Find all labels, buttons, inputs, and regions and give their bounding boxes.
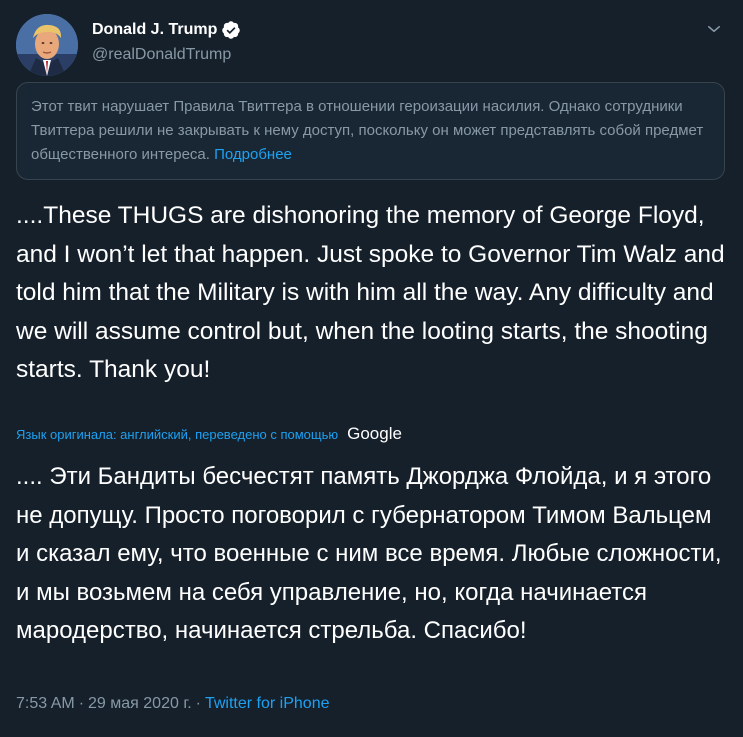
tweet-time[interactable]: 7:53 AM (16, 695, 75, 713)
policy-notice-text: Этот твит нарушает Правила Твиттера в от… (31, 98, 704, 163)
avatar-image (16, 14, 78, 76)
chevron-down-icon[interactable] (705, 20, 723, 38)
display-name-row: Donald J. Trump (92, 18, 241, 42)
author-names: Donald J. Trump @realDonaldTrump (92, 18, 241, 64)
google-logo: Google (347, 424, 402, 443)
tweet-meta: 7:53 AM · 29 мая 2020 г. · Twitter for i… (16, 695, 329, 713)
learn-more-link[interactable]: Подробнее (214, 146, 292, 163)
tweet-header: Donald J. Trump @realDonaldTrump (16, 14, 727, 76)
tweet-source[interactable]: Twitter for iPhone (205, 695, 330, 713)
meta-separator: · (195, 695, 201, 712)
author-handle[interactable]: @realDonaldTrump (92, 46, 241, 64)
meta-separator: · (78, 695, 85, 712)
tweet-text: ....These THUGS are dishonoring the memo… (16, 202, 725, 383)
translation-attribution: Язык оригинала: английский, переведено с… (16, 423, 402, 445)
avatar[interactable] (16, 14, 78, 76)
tweet-detail: Donald J. Trump @realDonaldTrump Этот тв… (0, 0, 743, 737)
tweet-date[interactable]: 29 мая 2020 г. (88, 695, 192, 713)
translation-label[interactable]: Язык оригинала: английский, переведено с… (16, 427, 338, 442)
policy-notice: Этот твит нарушает Правила Твиттера в от… (16, 82, 725, 180)
translated-text: .... Эти Бандиты бесчестят память Джордж… (16, 463, 722, 644)
display-name[interactable]: Donald J. Trump (92, 21, 217, 39)
verified-badge-icon (222, 21, 241, 39)
